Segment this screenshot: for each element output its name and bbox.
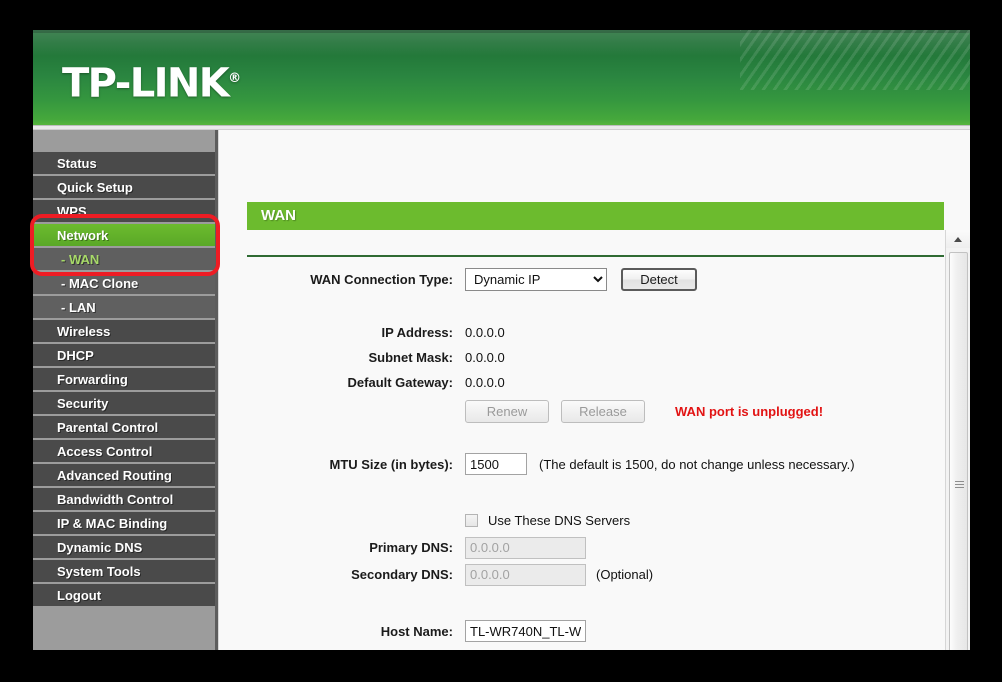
wan-settings-form: WAN Connection Type: Dynamic IPStatic IP…	[219, 262, 970, 650]
gap-2	[219, 427, 970, 449]
screenshot-frame: TP-LINK® Status Quick Setup WPS Network - WA…	[0, 0, 1002, 682]
default-gateway-value: 0.0.0.0	[465, 375, 505, 390]
mtu-hint: (The default is 1500, do not change unle…	[539, 456, 855, 472]
primary-dns-input[interactable]	[465, 536, 586, 559]
sidebar-item-mac-clone[interactable]: - MAC Clone	[33, 272, 215, 296]
page-title: WAN	[247, 202, 944, 230]
sidebar-nav: Status Quick Setup WPS Network - WAN - MAC Cl…	[33, 130, 215, 650]
sidebar-item-forwarding[interactable]: Forwarding	[33, 368, 215, 392]
detect-button[interactable]: Detect	[621, 267, 697, 291]
sidebar-item-status[interactable]: Status	[33, 152, 215, 176]
gap-5	[219, 647, 970, 650]
row-mtu: MTU Size (in bytes): (The default is 150…	[219, 449, 970, 479]
sidebar-top-spacer	[33, 130, 215, 152]
subnet-mask-value: 0.0.0.0	[465, 350, 505, 365]
body-area: Status Quick Setup WPS Network - WAN - MAC Cl…	[33, 130, 970, 650]
secondary-dns-input[interactable]	[465, 563, 586, 586]
primary-dns-label: Primary DNS:	[369, 540, 453, 555]
gap-1	[219, 296, 970, 320]
row-primary-dns: Primary DNS:	[219, 534, 970, 561]
use-dns-servers-checkbox[interactable]	[465, 514, 478, 527]
row-host-name: Host Name:	[219, 615, 970, 647]
registered-mark-icon: ®	[228, 71, 242, 86]
banner-stripes-decoration	[740, 30, 970, 90]
row-renew-release: Renew Release WAN port is unplugged!	[219, 395, 970, 427]
host-name-label: Host Name:	[380, 623, 453, 639]
host-name-input[interactable]	[465, 620, 586, 642]
grip-lines-icon	[955, 481, 964, 488]
secondary-dns-hint: (Optional)	[596, 567, 654, 582]
row-subnet-mask: Subnet Mask: 0.0.0.0	[219, 345, 970, 370]
gap-3	[219, 479, 970, 507]
sidebar-item-dynamic-dns[interactable]: Dynamic DNS	[33, 536, 215, 560]
scrollbar-thumb[interactable]	[949, 252, 968, 650]
scroll-up-button[interactable]	[946, 230, 970, 248]
sidebar-item-wps[interactable]: WPS	[33, 200, 215, 224]
ip-address-label: IP Address:	[381, 325, 453, 340]
brand-banner: TP-LINK®	[33, 30, 970, 125]
renew-button[interactable]: Renew	[465, 399, 549, 423]
sidebar-item-dhcp[interactable]: DHCP	[33, 344, 215, 368]
router-admin-page: TP-LINK® Status Quick Setup WPS Network - WA…	[33, 30, 970, 650]
use-dns-servers-label: Use These DNS Servers	[488, 513, 631, 528]
release-button[interactable]: Release	[561, 399, 645, 423]
connection-type-label: WAN Connection Type:	[310, 271, 453, 287]
main-content: WAN WAN Connection Type: Dynamic IPStati…	[218, 130, 970, 650]
sidebar-item-ip-mac-binding[interactable]: IP & MAC Binding	[33, 512, 215, 536]
sidebar-item-logout[interactable]: Logout	[33, 584, 215, 608]
default-gateway-label: Default Gateway:	[347, 375, 453, 390]
row-ip-address: IP Address: 0.0.0.0	[219, 320, 970, 345]
gap-4	[219, 588, 970, 615]
sidebar-item-list: Status Quick Setup WPS Network - WAN - MAC Cl…	[33, 152, 215, 608]
sidebar-item-network[interactable]: Network	[33, 224, 215, 248]
mtu-label: MTU Size (in bytes):	[329, 456, 453, 472]
sidebar-item-system-tools[interactable]: System Tools	[33, 560, 215, 584]
sidebar-item-parental-control[interactable]: Parental Control	[33, 416, 215, 440]
sidebar-item-security[interactable]: Security	[33, 392, 215, 416]
mtu-size-input[interactable]	[465, 453, 527, 475]
row-default-gateway: Default Gateway: 0.0.0.0	[219, 370, 970, 395]
sidebar-item-quick-setup[interactable]: Quick Setup	[33, 176, 215, 200]
sidebar-bottom-spacer	[33, 608, 215, 648]
sidebar-item-wireless[interactable]: Wireless	[33, 320, 215, 344]
row-secondary-dns: Secondary DNS: (Optional)	[219, 561, 970, 588]
triangle-up-icon	[954, 237, 962, 242]
sidebar-item-bandwidth-control[interactable]: Bandwidth Control	[33, 488, 215, 512]
sidebar-item-access-control[interactable]: Access Control	[33, 440, 215, 464]
title-rule	[247, 255, 944, 257]
secondary-dns-label: Secondary DNS:	[351, 567, 453, 582]
tp-link-logo: TP-LINK®	[62, 59, 241, 103]
sidebar-item-wan[interactable]: - WAN	[33, 248, 215, 272]
wan-status-warning: WAN port is unplugged!	[675, 403, 824, 419]
row-connection-type: WAN Connection Type: Dynamic IPStatic IP…	[219, 262, 970, 296]
ip-address-value: 0.0.0.0	[465, 325, 505, 340]
subnet-mask-label: Subnet Mask:	[368, 350, 453, 365]
row-use-dns: Use These DNS Servers	[219, 507, 970, 534]
vertical-scrollbar[interactable]	[945, 230, 970, 650]
sidebar-item-lan[interactable]: - LAN	[33, 296, 215, 320]
sidebar-item-advanced-routing[interactable]: Advanced Routing	[33, 464, 215, 488]
wan-connection-type-select[interactable]: Dynamic IPStatic IPPPPoE/Russia PPPoEL2T…	[465, 267, 607, 291]
logo-text: TP-LINK	[62, 60, 230, 107]
